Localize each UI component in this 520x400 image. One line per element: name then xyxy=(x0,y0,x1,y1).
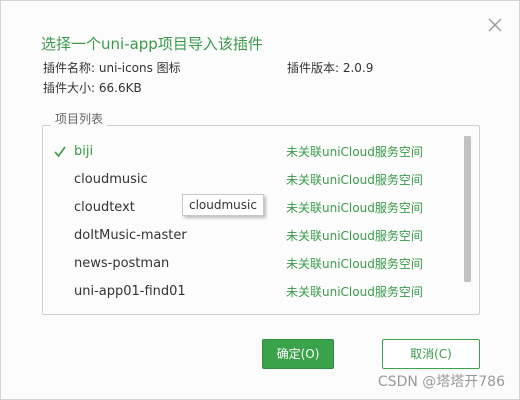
project-status: 未关联uniCloud服务空间 xyxy=(286,257,423,271)
ok-button[interactable]: 确定(O) xyxy=(262,339,334,369)
checkmark-icon xyxy=(53,138,69,166)
project-name: cloudmusic xyxy=(74,172,148,187)
plugin-name-label: 插件名称: uni-icons 图标 xyxy=(43,61,181,75)
plugin-version-label: 插件版本: 2.0.9 xyxy=(287,61,374,75)
project-name: biji xyxy=(74,144,94,159)
project-row-doitmusic-master[interactable]: doItMusic-master 未关联uniCloud服务空间 xyxy=(43,222,463,250)
import-plugin-dialog: 选择一个uni-app项目导入该插件 插件名称: uni-icons 图标 插件… xyxy=(0,0,520,400)
project-status: 未关联uniCloud服务空间 xyxy=(286,201,423,215)
project-status: 未关联uniCloud服务空间 xyxy=(286,229,423,243)
project-status: 未关联uniCloud服务空间 xyxy=(286,145,423,159)
project-status: 未关联uniCloud服务空间 xyxy=(286,285,423,299)
watermark: CSDN @塔塔开786 xyxy=(377,374,505,390)
cancel-button[interactable]: 取消(C) xyxy=(382,339,480,369)
dialog-title: 选择一个uni-app项目导入该插件 xyxy=(41,35,263,53)
project-name: news-postman xyxy=(74,256,170,271)
project-list-box: biji 未关联uniCloud服务空间 cloudmusic 未关联uniCl… xyxy=(42,125,480,315)
project-row-cloudmusic[interactable]: cloudmusic 未关联uniCloud服务空间 xyxy=(43,166,463,194)
project-name: cloudtext xyxy=(74,200,135,215)
close-icon xyxy=(488,18,502,32)
plugin-size-label: 插件大小: 66.6KB xyxy=(43,81,142,95)
project-name: doItMusic-master xyxy=(74,228,187,243)
project-row-uni-app01-find01[interactable]: uni-app01-find01 未关联uniCloud服务空间 xyxy=(43,278,463,306)
project-row-biji[interactable]: biji 未关联uniCloud服务空间 xyxy=(43,138,463,166)
project-list-scrollbar[interactable] xyxy=(464,136,471,282)
project-list: biji 未关联uniCloud服务空间 cloudmusic 未关联uniCl… xyxy=(43,138,463,306)
project-row-news-postman[interactable]: news-postman 未关联uniCloud服务空间 xyxy=(43,250,463,278)
project-tooltip: cloudmusic xyxy=(182,194,264,216)
project-name: uni-app01-find01 xyxy=(74,284,186,299)
project-status: 未关联uniCloud服务空间 xyxy=(286,173,423,187)
close-button[interactable] xyxy=(485,15,505,35)
project-list-legend: 项目列表 xyxy=(51,110,108,127)
